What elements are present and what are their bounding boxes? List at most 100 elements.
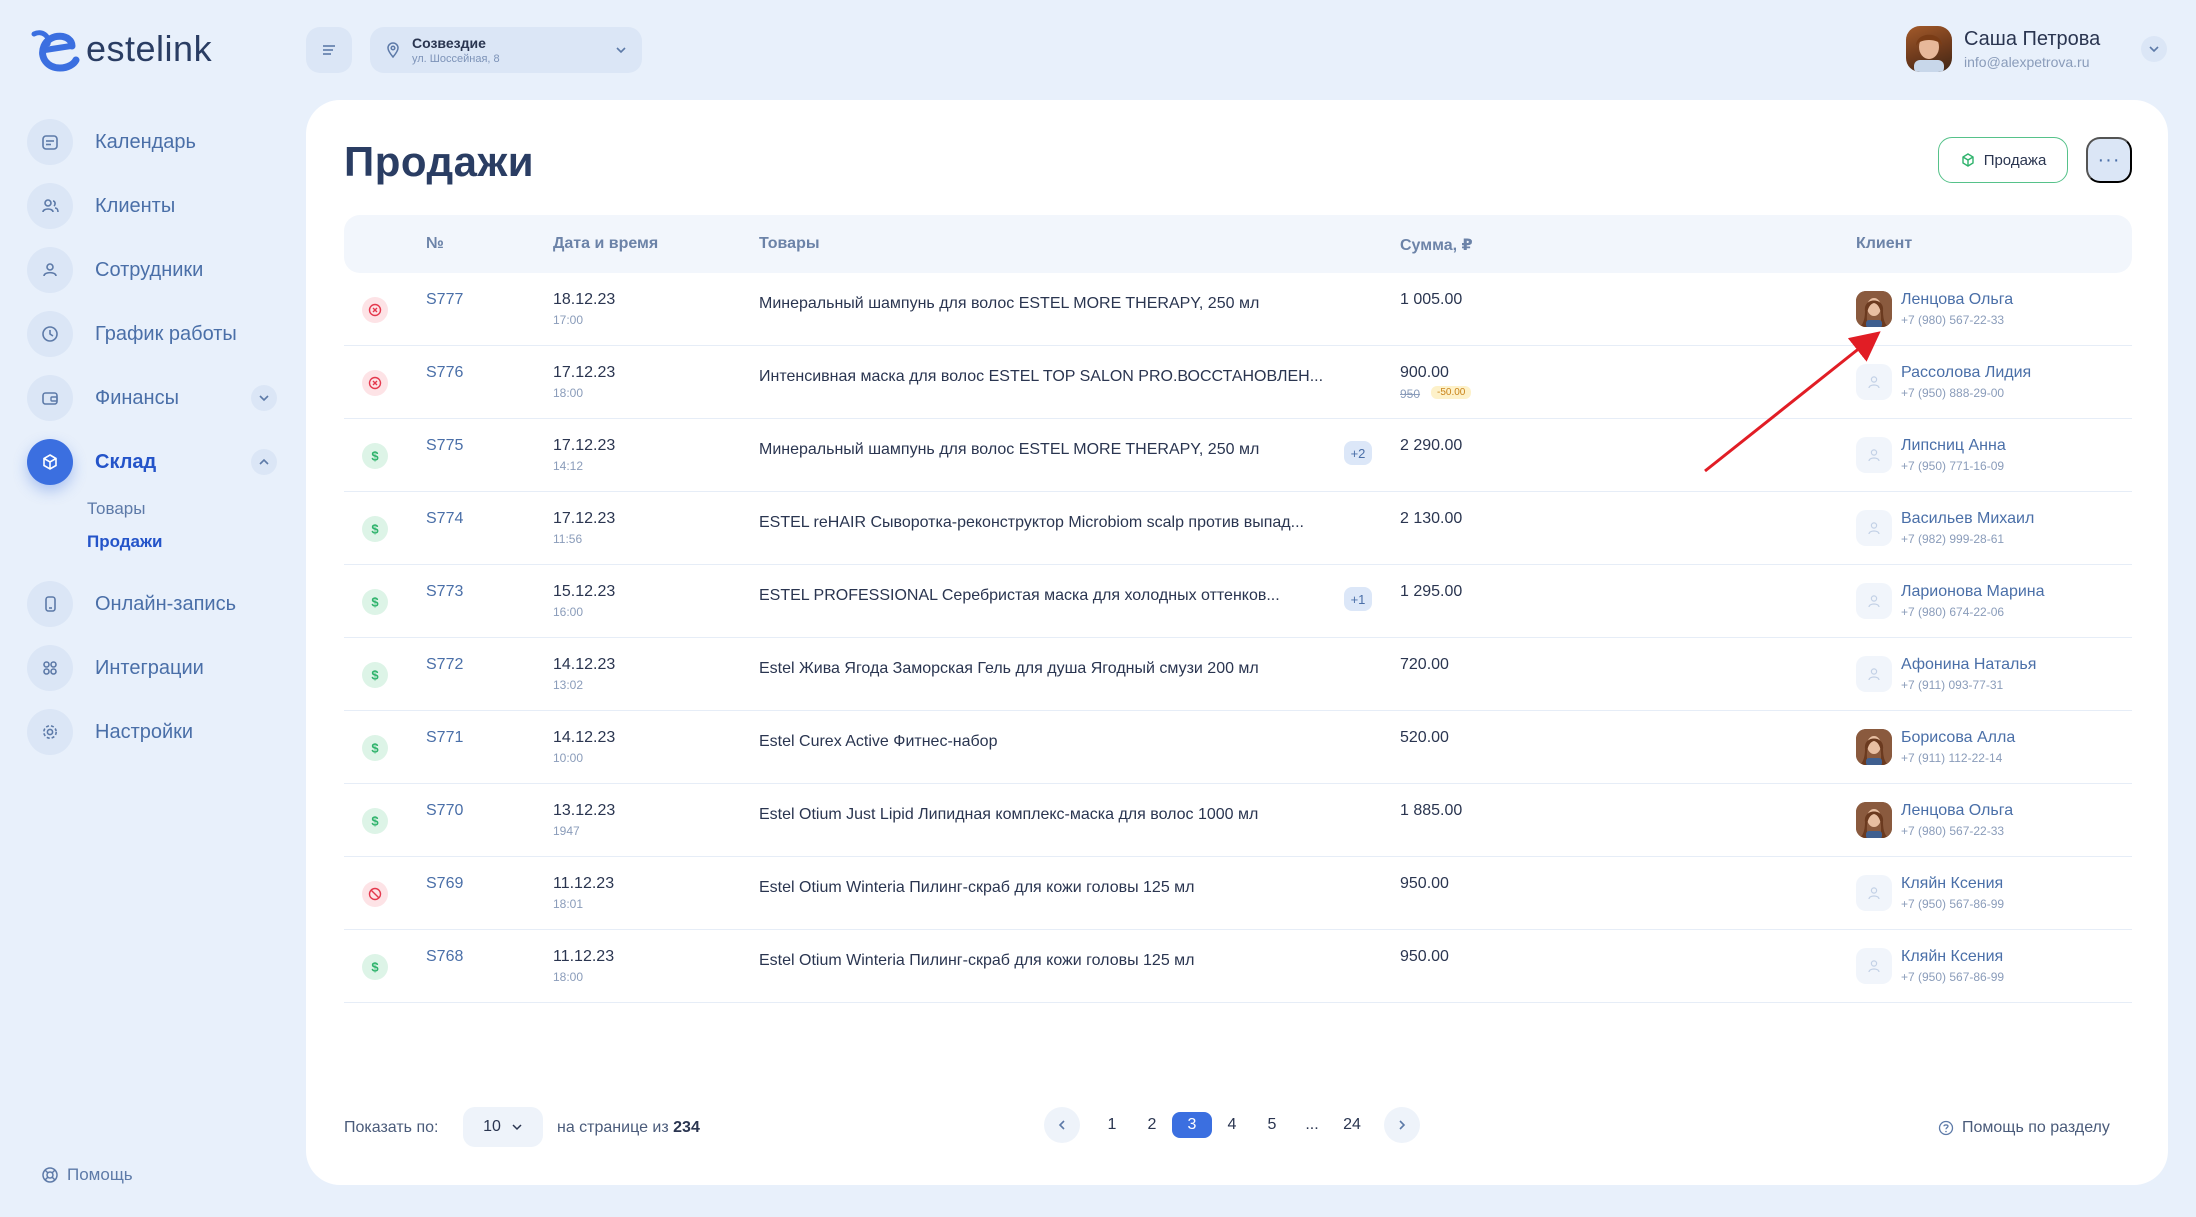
- chevron-down-icon[interactable]: [251, 385, 277, 411]
- client-name-link[interactable]: Липсниц Анна: [1901, 437, 2006, 455]
- table-row[interactable]: $ S772 14.12.23 13:02 Estel Жива Ягода Замор…: [344, 638, 2132, 711]
- sale-number-link[interactable]: S776: [426, 364, 463, 382]
- sale-number-link[interactable]: S774: [426, 510, 463, 528]
- sidebar-subitem-sales[interactable]: Продажи: [87, 525, 281, 558]
- sidebar-item-schedule[interactable]: График работы: [27, 310, 281, 358]
- phone-icon: [27, 581, 73, 627]
- per-page-select[interactable]: 10: [463, 1107, 543, 1147]
- svg-text:$: $: [371, 814, 379, 828]
- client-name-link[interactable]: Афонина Наталья: [1901, 656, 2036, 674]
- client-name-link[interactable]: Ленцова Ольга: [1901, 291, 2013, 309]
- sale-time: 18:00: [553, 970, 584, 984]
- sale-number-link[interactable]: S775: [426, 437, 463, 455]
- chevron-down-icon: [512, 1124, 522, 1131]
- client-phone: +7 (980) 674-22-06: [1901, 605, 2005, 619]
- paid-status-icon: $: [362, 589, 388, 615]
- grid-icon: [27, 645, 73, 691]
- next-page-button[interactable]: [1384, 1107, 1420, 1143]
- client-name-link[interactable]: Рассолова Лидия: [1901, 364, 2031, 382]
- client-name-link[interactable]: Ларионова Марина: [1901, 583, 2045, 601]
- table-row[interactable]: $ S771 14.12.23 10:00 Estel Curex Active Фит…: [344, 711, 2132, 784]
- sale-date: 14.12.23: [553, 656, 616, 673]
- sale-number-link[interactable]: S770: [426, 802, 463, 820]
- page-number-button[interactable]: 1: [1092, 1112, 1132, 1138]
- sidebar-item-clients[interactable]: Клиенты: [27, 182, 281, 230]
- table-row[interactable]: $ S768 11.12.23 18:00 Estel Otium Winteria П…: [344, 930, 2132, 1003]
- sidebar-nav: Календарь Клиенты Сотрудники График рабо…: [27, 118, 281, 772]
- page-number-button[interactable]: 4: [1212, 1112, 1252, 1138]
- client-phone: +7 (982) 999-28-61: [1901, 532, 2005, 546]
- sale-number-link[interactable]: S777: [426, 291, 463, 309]
- cancel-status-icon: [362, 297, 388, 323]
- table-row[interactable]: $ S774 17.12.23 11:56 ESTEL reHAIR Сыворотка…: [344, 492, 2132, 565]
- sale-number-link[interactable]: S768: [426, 948, 463, 966]
- client-name-link[interactable]: Ленцова Ольга: [1901, 802, 2013, 820]
- discount-badge: -50.00: [1431, 386, 1472, 399]
- sidebar-item-online-booking[interactable]: Онлайн-запись: [27, 580, 281, 628]
- sale-number-link[interactable]: S769: [426, 875, 463, 893]
- client-avatar: [1856, 948, 1892, 984]
- sale-date: 17.12.23: [553, 364, 616, 381]
- header-sum[interactable]: Сумма, ₽: [1400, 235, 1473, 255]
- table-row[interactable]: S776 17.12.23 18:00 Интенсивная маска для в…: [344, 346, 2132, 419]
- client-name-link[interactable]: Кляйн Ксения: [1901, 875, 2003, 893]
- header-num[interactable]: №: [426, 235, 444, 253]
- header-client[interactable]: Клиент: [1856, 235, 1912, 253]
- sidebar-item-warehouse[interactable]: Склад: [27, 438, 281, 486]
- product-name: Минеральный шампунь для волос ESTEL MORE…: [759, 441, 1260, 458]
- section-help-link[interactable]: Помощь по разделу: [1938, 1119, 2110, 1137]
- page-number-button[interactable]: 5: [1252, 1112, 1292, 1138]
- sale-sum: 520.00: [1400, 729, 1449, 746]
- page-number-button[interactable]: 24: [1332, 1112, 1372, 1138]
- prev-page-button[interactable]: [1044, 1107, 1080, 1143]
- table-row[interactable]: S777 18.12.23 17:00 Минеральный шампунь для…: [344, 273, 2132, 346]
- menu-icon: [323, 45, 335, 55]
- brand-logo[interactable]: estelink: [28, 26, 212, 72]
- extra-items-badge[interactable]: +2: [1344, 441, 1372, 465]
- user-profile[interactable]: Саша Петрова info@alexpetrova.ru: [1906, 26, 2100, 72]
- more-actions-button[interactable]: ···: [2086, 137, 2132, 183]
- chevron-down-icon[interactable]: [2141, 36, 2167, 62]
- sidebar-item-settings[interactable]: Настройки: [27, 708, 281, 756]
- client-name-link[interactable]: Кляйн Ксения: [1901, 948, 2003, 966]
- table-row[interactable]: $ S775 17.12.23 14:12 Минеральный шампунь дл…: [344, 419, 2132, 492]
- page-number-button[interactable]: 3: [1172, 1112, 1212, 1138]
- sidebar-item-label: Сотрудники: [95, 258, 204, 281]
- sale-sum: 1 005.00: [1400, 291, 1463, 308]
- help-link[interactable]: Помощь: [41, 1165, 133, 1185]
- sidebar-item-integrations[interactable]: Интеграции: [27, 644, 281, 692]
- sidebar-item-finance[interactable]: Финансы: [27, 374, 281, 422]
- table-row[interactable]: $ S770 13.12.23 1947 Estel Otium Just Lipid …: [344, 784, 2132, 857]
- sale-time: 10:00: [553, 751, 584, 765]
- location-pin-icon: [387, 42, 399, 59]
- sale-date: 14.12.23: [553, 729, 616, 746]
- sidebar-item-calendar[interactable]: Календарь: [27, 118, 281, 166]
- location-name: Созвездие: [412, 35, 486, 51]
- product-name: Estel Otium Winteria Пилинг-скраб для ко…: [759, 879, 1195, 896]
- location-select[interactable]: Созвездие ул. Шоссейная, 8: [370, 27, 642, 73]
- header-goods[interactable]: Товары: [759, 235, 820, 253]
- sidebar-subitem-goods[interactable]: Товары: [87, 492, 281, 525]
- client-name-link[interactable]: Васильев Михаил: [1901, 510, 2034, 528]
- paid-status-icon: $: [362, 662, 388, 688]
- client-avatar: [1856, 729, 1892, 765]
- extra-items-badge[interactable]: +1: [1344, 587, 1372, 611]
- header-date[interactable]: Дата и время: [553, 235, 658, 253]
- menu-toggle-button[interactable]: [306, 27, 352, 73]
- sale-number-link[interactable]: S773: [426, 583, 463, 601]
- table-row[interactable]: S769 11.12.23 18:01 Estel Otium Winteria Пи…: [344, 857, 2132, 930]
- table-body: S777 18.12.23 17:00 Минеральный шампунь для…: [344, 273, 2132, 1003]
- user-email: info@alexpetrova.ru: [1964, 54, 2090, 70]
- help-link-label: Помощь: [67, 1165, 133, 1184]
- sale-number-link[interactable]: S771: [426, 729, 463, 747]
- sale-number-link[interactable]: S772: [426, 656, 463, 674]
- sale-time: 18:00: [553, 386, 584, 400]
- sidebar-item-label: Финансы: [95, 386, 179, 409]
- chevron-up-icon[interactable]: [251, 449, 277, 475]
- chevron-right-icon: [1399, 1120, 1406, 1130]
- new-sale-button[interactable]: Продажа: [1938, 137, 2068, 183]
- page-number-button[interactable]: 2: [1132, 1112, 1172, 1138]
- sidebar-item-staff[interactable]: Сотрудники: [27, 246, 281, 294]
- table-row[interactable]: $ S773 15.12.23 16:00 ESTEL PROFESSIONAL Сер…: [344, 565, 2132, 638]
- client-name-link[interactable]: Борисова Алла: [1901, 729, 2015, 747]
